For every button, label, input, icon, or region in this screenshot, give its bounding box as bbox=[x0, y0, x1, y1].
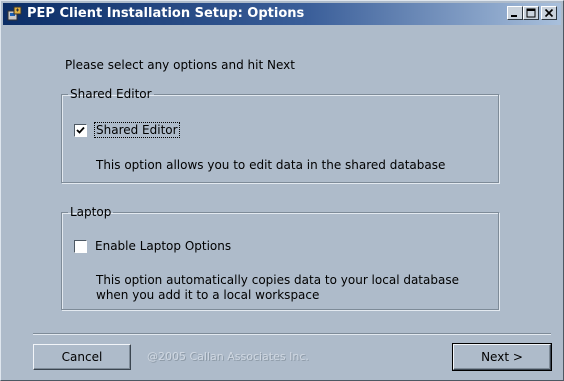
minimize-icon bbox=[511, 15, 517, 17]
close-button[interactable] bbox=[541, 6, 557, 20]
shared-editor-description: This option allows you to edit data in t… bbox=[96, 158, 446, 172]
shared-editor-group-legend: Shared Editor bbox=[70, 87, 152, 101]
installer-icon bbox=[7, 6, 23, 22]
checkmark-icon bbox=[76, 126, 85, 134]
next-button[interactable]: Next > bbox=[452, 343, 552, 371]
laptop-options-checkbox[interactable] bbox=[74, 239, 87, 253]
laptop-description: This option automatically copies data to… bbox=[96, 273, 459, 302]
shared-editor-option[interactable]: Shared Editor bbox=[74, 122, 180, 138]
close-icon bbox=[544, 8, 554, 18]
cancel-button[interactable]: Cancel bbox=[33, 344, 131, 370]
dialog-body: Please select any options and hit Next S… bbox=[1, 27, 563, 380]
next-button-label: Next > bbox=[481, 350, 523, 364]
installer-window: PEP Client Installation Setup: Options P… bbox=[0, 0, 564, 381]
footer-divider-highlight bbox=[33, 334, 551, 335]
window-title: PEP Client Installation Setup: Options bbox=[27, 6, 305, 21]
laptop-options-checkbox-label[interactable]: Enable Laptop Options bbox=[95, 239, 231, 253]
laptop-group-legend: Laptop bbox=[70, 205, 112, 219]
shared-editor-checkbox[interactable] bbox=[74, 123, 87, 137]
copyright-text: @2005 Callan Associates Inc. bbox=[147, 350, 309, 363]
maximize-button[interactable] bbox=[523, 6, 539, 20]
laptop-group: Laptop Enable Laptop Options This option… bbox=[61, 205, 499, 310]
minimize-button[interactable] bbox=[507, 6, 523, 20]
instruction-text: Please select any options and hit Next bbox=[65, 58, 295, 72]
cancel-button-label: Cancel bbox=[61, 350, 103, 364]
title-bar[interactable]: PEP Client Installation Setup: Options bbox=[3, 3, 561, 25]
shared-editor-checkbox-label[interactable]: Shared Editor bbox=[94, 122, 180, 138]
shared-editor-group: Shared Editor Shared Editor This option … bbox=[61, 87, 499, 183]
maximize-icon bbox=[526, 8, 536, 18]
laptop-option[interactable]: Enable Laptop Options bbox=[74, 239, 231, 253]
